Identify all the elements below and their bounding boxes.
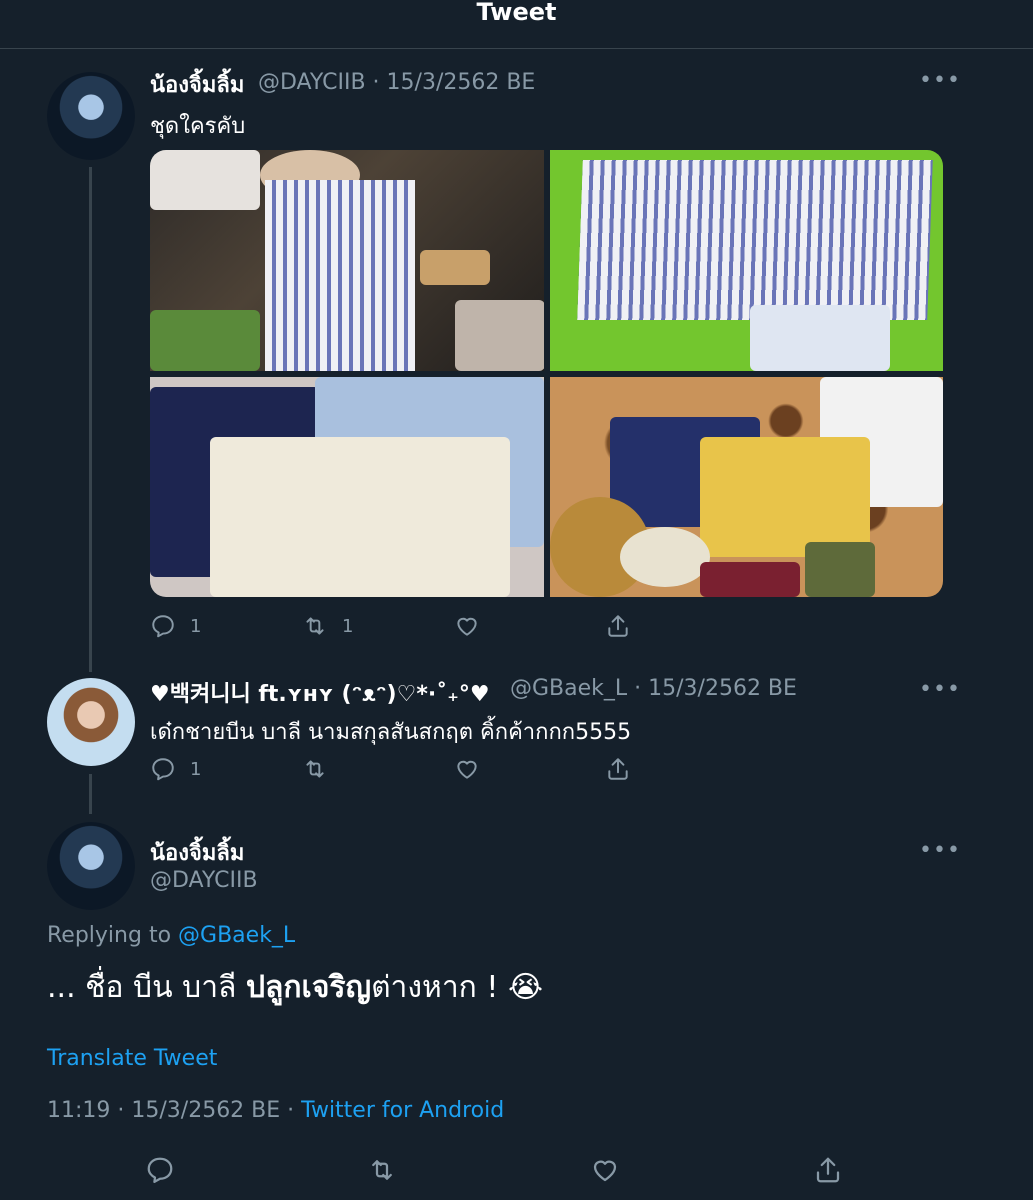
reply-count: 1 bbox=[190, 758, 202, 780]
reply-icon bbox=[147, 1157, 173, 1183]
source-link[interactable]: Twitter for Android bbox=[301, 1098, 504, 1123]
avatar[interactable] bbox=[47, 822, 135, 910]
like-button[interactable] bbox=[590, 1155, 620, 1185]
user-handle[interactable]: @DAYCIIB bbox=[150, 868, 258, 893]
media-grid bbox=[150, 150, 943, 597]
retweet-icon bbox=[306, 760, 324, 778]
box-shape bbox=[150, 150, 260, 210]
reply-count: 1 bbox=[190, 615, 202, 637]
white-jacket-shape bbox=[210, 437, 510, 597]
thread-line-1 bbox=[89, 167, 92, 672]
replying-prefix: Replying to bbox=[47, 923, 179, 948]
user-name[interactable]: น้องจิ้มลิ้ม bbox=[150, 67, 244, 102]
retweet-count: 1 bbox=[342, 615, 354, 637]
reply-button[interactable] bbox=[145, 1155, 175, 1185]
heart-icon bbox=[457, 760, 477, 779]
white-hat-shape bbox=[620, 527, 710, 587]
shorts-shape bbox=[750, 305, 890, 371]
basket-shape bbox=[420, 250, 490, 285]
retweet-button[interactable] bbox=[367, 1155, 397, 1185]
main-text-bold: ปลูกเจริญ bbox=[245, 970, 372, 1005]
more-horizontal-icon[interactable]: ••• bbox=[919, 70, 961, 92]
user-name[interactable]: ♥백켜니니 ft.ʏʜʏ (ᵔᴥᵔ)♡*·˚₊°♥ bbox=[150, 676, 490, 708]
avatar[interactable] bbox=[47, 678, 135, 766]
share-button[interactable] bbox=[605, 756, 631, 782]
main-text-part1: ... ชื่อ บีน บาลี bbox=[47, 970, 246, 1005]
fabric-shape bbox=[150, 310, 260, 371]
share-button[interactable] bbox=[813, 1155, 843, 1185]
tweet-meta: 11:19 · 15/3/2562 BE · Twitter for Andro… bbox=[47, 1098, 504, 1123]
thread-line-2 bbox=[89, 774, 92, 814]
yellow-shirt-shape bbox=[700, 437, 870, 557]
camera-shape bbox=[455, 300, 544, 371]
retweet-icon bbox=[306, 617, 324, 635]
top-header: Tweet bbox=[0, 0, 1033, 49]
share-button[interactable] bbox=[605, 613, 631, 639]
photo-striped-shirt[interactable] bbox=[550, 150, 943, 371]
main-text-part2: ต่างหาก ! 😭 bbox=[371, 970, 543, 1005]
replying-to: Replying to @GBaek_L bbox=[47, 923, 295, 948]
time-date: 11:19 · 15/3/2562 BE · bbox=[47, 1098, 302, 1123]
translate-tweet-link[interactable]: Translate Tweet bbox=[47, 1046, 217, 1071]
like-button[interactable] bbox=[454, 613, 480, 639]
replying-handle-link[interactable]: @GBaek_L bbox=[178, 923, 295, 948]
reply-button[interactable]: 1 bbox=[150, 613, 201, 639]
heart-icon bbox=[593, 1160, 617, 1182]
reply-icon bbox=[152, 758, 174, 781]
reply-icon bbox=[152, 615, 174, 638]
retweet-icon bbox=[372, 1160, 392, 1180]
main-tweet-text: ... ชื่อ บีน บาลี ปลูกเจริญต่างหาก ! 😭 bbox=[47, 964, 543, 1011]
like-button[interactable] bbox=[454, 756, 480, 782]
share-icon bbox=[608, 758, 628, 780]
photo-doll-shirt[interactable] bbox=[150, 150, 544, 371]
striped-shirt-shape bbox=[577, 160, 933, 320]
user-handle-date[interactable]: @GBaek_L · 15/3/2562 BE bbox=[510, 676, 797, 701]
maroon-pants-shape bbox=[700, 562, 800, 597]
olive-pants-shape bbox=[805, 542, 875, 597]
photo-jackets[interactable] bbox=[150, 377, 544, 597]
user-handle-date[interactable]: @DAYCIIB · 15/3/2562 BE bbox=[258, 70, 535, 95]
share-icon bbox=[608, 615, 628, 637]
header-title: Tweet bbox=[476, 0, 557, 26]
striped-shirt-shape bbox=[265, 180, 415, 371]
reply-button[interactable]: 1 bbox=[150, 756, 201, 782]
heart-icon bbox=[457, 617, 477, 636]
tweet-text: ชุดใครคับ bbox=[150, 114, 246, 139]
share-icon bbox=[816, 1157, 840, 1183]
retweet-button[interactable] bbox=[302, 756, 328, 782]
retweet-button[interactable]: 1 bbox=[302, 613, 353, 639]
more-horizontal-icon[interactable]: ••• bbox=[919, 679, 961, 701]
user-name[interactable]: น้องจิ้มลิ้ม bbox=[150, 835, 244, 870]
more-horizontal-icon[interactable]: ••• bbox=[919, 840, 961, 862]
photo-clothes-set[interactable] bbox=[550, 377, 943, 597]
avatar[interactable] bbox=[47, 72, 135, 160]
tweet-text: เด๋กชายบีน บาลี นามสกุลสันสกฤต คิ้กค้ากก… bbox=[150, 720, 632, 745]
